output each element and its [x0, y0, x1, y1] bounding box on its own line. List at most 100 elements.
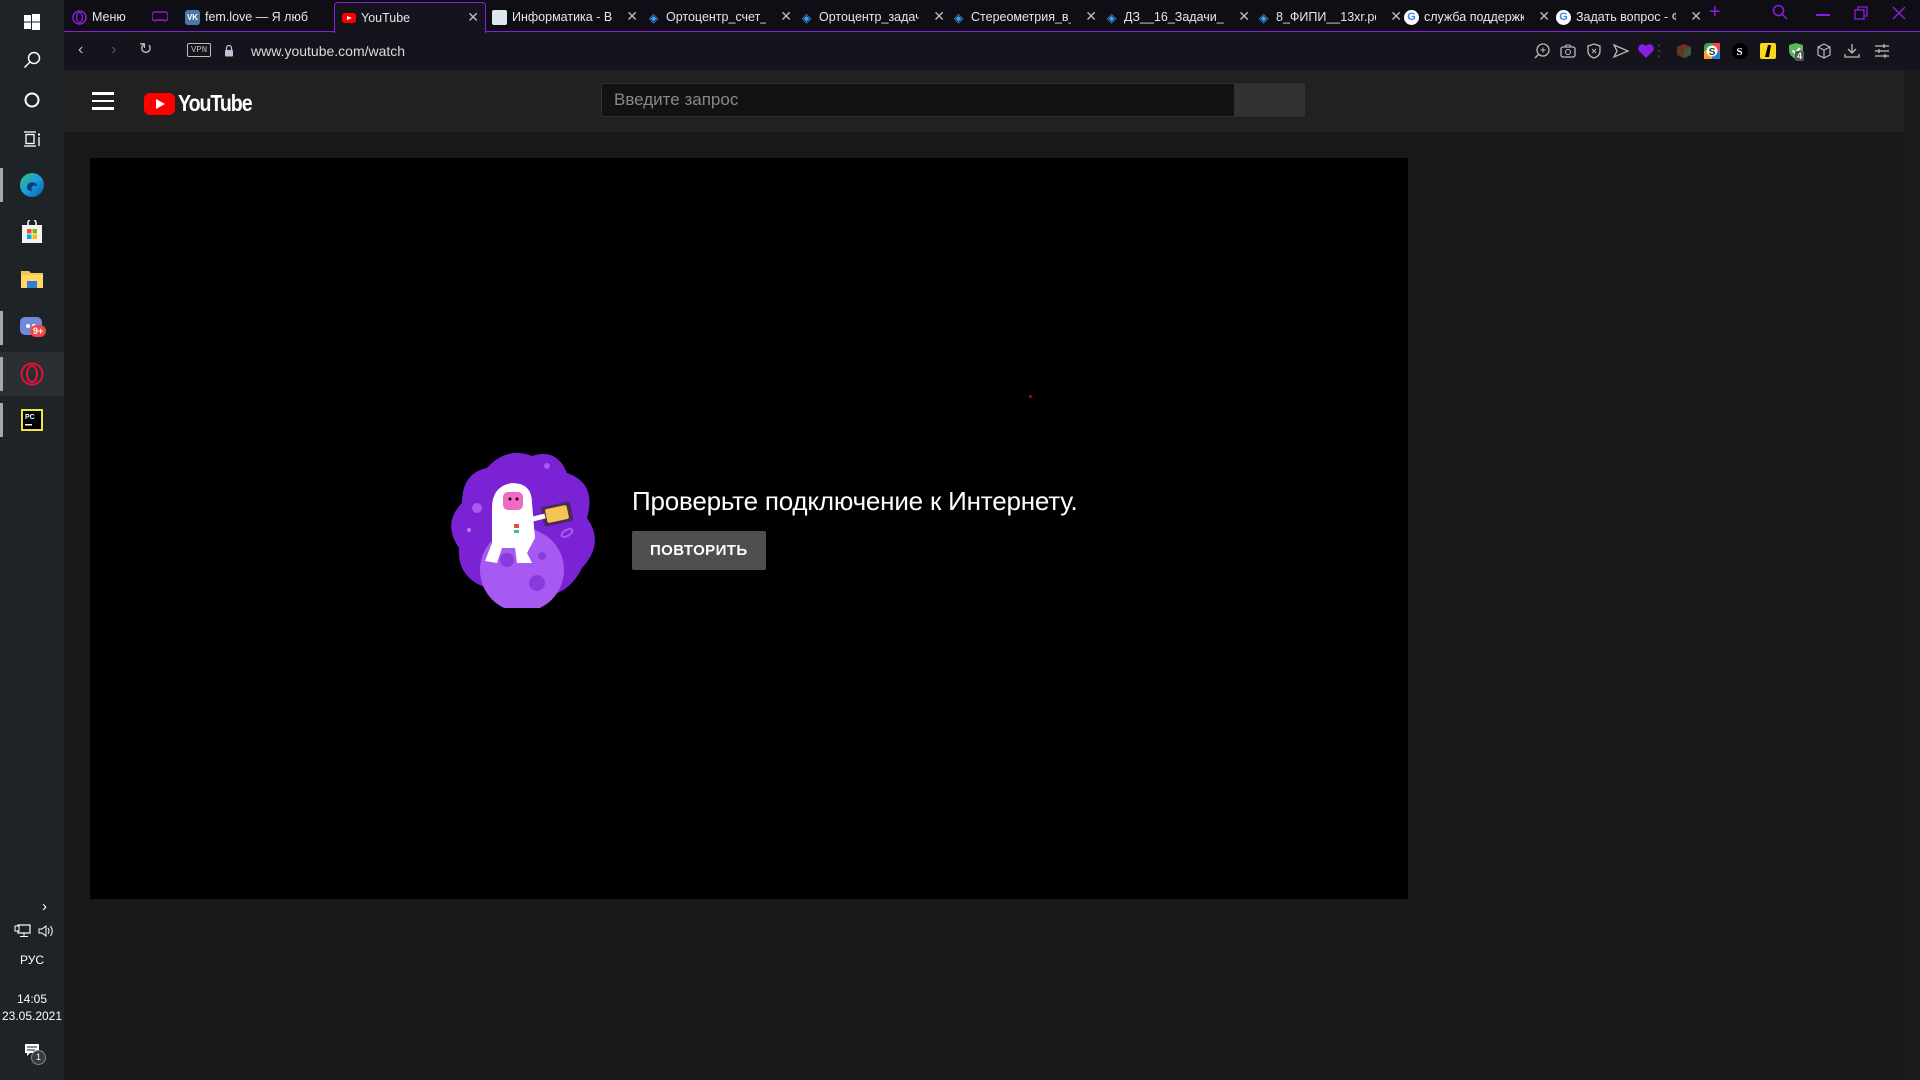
- opera-gx-icon: [20, 362, 44, 386]
- adblock-shield-icon[interactable]: [1584, 41, 1604, 61]
- action-center-button[interactable]: 1: [0, 1043, 64, 1067]
- snapshot-camera-icon[interactable]: [1558, 41, 1578, 61]
- gx-corner-button[interactable]: [152, 2, 168, 32]
- tab-item[interactable]: G Задать вопрос - Ф ✕: [1556, 2, 1708, 32]
- zoom-icon[interactable]: [1532, 41, 1552, 61]
- restore-button[interactable]: [1854, 4, 1868, 25]
- taskbar-app-pycharm[interactable]: PC: [0, 398, 64, 442]
- search-button[interactable]: [1235, 83, 1305, 117]
- tab-item[interactable]: ◈ Стереометрия_в_ ✕: [951, 2, 1103, 32]
- youtube-logo[interactable]: YouTube: [144, 90, 265, 117]
- clock[interactable]: 14:05 23.05.2021: [0, 992, 64, 1023]
- easy-setup-icon[interactable]: [1872, 41, 1892, 61]
- extensions-cube-icon[interactable]: [1814, 41, 1834, 61]
- network-icon[interactable]: [14, 924, 31, 938]
- extension-adguard-button[interactable]: 4: [1786, 41, 1806, 61]
- windows-taskbar: 9+ PC › РУС 14:05 23.05.2021 1: [0, 0, 64, 1080]
- hamburger-icon: [92, 92, 114, 95]
- search-icon: [23, 51, 41, 69]
- back-button[interactable]: ‹: [78, 41, 83, 59]
- lock-icon[interactable]: [224, 44, 234, 57]
- page-scrollbar[interactable]: [1904, 70, 1920, 1080]
- search-icon: [1772, 4, 1788, 20]
- url-field[interactable]: www.youtube.com/watch: [251, 43, 405, 59]
- taskbar-app-file-explorer[interactable]: [0, 257, 64, 301]
- edge-icon: [20, 173, 44, 197]
- gamepad-icon: [152, 11, 168, 22]
- plus-icon: +: [1709, 1, 1721, 23]
- google-icon: G: [1556, 9, 1571, 25]
- search-input[interactable]: Введите запрос: [601, 83, 1235, 117]
- tab-strip: Меню VK fem.love — Я люб ✕ YouTube ✕ Инф…: [64, 0, 1920, 33]
- discord-badge: 9+: [30, 325, 47, 337]
- youtube-masthead: YouTube Введите запрос: [64, 70, 1904, 132]
- link-icon: ◈: [801, 10, 812, 25]
- close-window-button[interactable]: [1892, 4, 1906, 25]
- pycharm-icon: PC: [21, 409, 43, 431]
- new-tab-button[interactable]: +: [1709, 1, 1721, 24]
- running-indicator: [0, 311, 3, 345]
- tab-item[interactable]: Информатика - Ви ✕: [492, 2, 644, 32]
- extension-l-yellow-icon[interactable]: [1758, 41, 1778, 61]
- google-icon: G: [1404, 9, 1419, 25]
- tab-close-button[interactable]: ✕: [1690, 9, 1702, 23]
- vpn-badge[interactable]: VPN: [187, 43, 212, 57]
- tab-item-active[interactable]: YouTube ✕: [334, 2, 486, 33]
- taskbar-app-edge[interactable]: [0, 163, 64, 207]
- tab-item[interactable]: ◈ 8_ФИПИ__13xr.pdf ✕: [1256, 2, 1408, 32]
- microsoft-store-icon: [22, 220, 42, 243]
- vk-icon: VK: [185, 9, 200, 25]
- tab-search-button[interactable]: [1772, 4, 1788, 25]
- running-indicator: [0, 403, 3, 437]
- send-icon[interactable]: [1611, 41, 1631, 61]
- offline-error: Проверьте подключение к Интернету. ПОВТО…: [447, 448, 1078, 608]
- cortana-button[interactable]: [0, 78, 64, 122]
- tab-close-button[interactable]: ✕: [780, 9, 792, 23]
- taskbar-app-store[interactable]: [0, 210, 64, 254]
- task-view-icon: [24, 131, 40, 147]
- task-view-button[interactable]: [0, 117, 64, 161]
- tab-close-button[interactable]: ✕: [1238, 9, 1250, 23]
- tab-close-button[interactable]: ✕: [626, 9, 638, 23]
- volume-icon[interactable]: [38, 924, 55, 938]
- minimize-button[interactable]: [1816, 14, 1830, 16]
- retry-button[interactable]: ПОВТОРИТЬ: [632, 531, 766, 570]
- chevron-left-icon: ‹: [78, 41, 84, 58]
- taskbar-app-opera-gx[interactable]: [0, 352, 64, 396]
- svg-text:S: S: [1709, 47, 1716, 58]
- guide-menu-button[interactable]: [92, 92, 114, 110]
- link-icon: ◈: [1258, 10, 1269, 25]
- tab-close-button[interactable]: ✕: [1085, 9, 1097, 23]
- youtube-play-icon: [144, 92, 175, 115]
- extension-badge: 4: [1795, 51, 1805, 61]
- taskbar-search-button[interactable]: [0, 38, 64, 82]
- tab-close-button[interactable]: ✕: [467, 10, 479, 24]
- svg-text:PC: PC: [25, 414, 35, 421]
- language-indicator[interactable]: РУС: [0, 953, 64, 967]
- video-player[interactable]: Проверьте подключение к Интернету. ПОВТО…: [90, 158, 1408, 899]
- tab-item[interactable]: ◈ ДЗ__16_Задачи_из ✕: [1104, 2, 1256, 32]
- doc-icon: [492, 9, 507, 25]
- opera-menu-button[interactable]: Меню: [72, 2, 126, 32]
- tab-close-button[interactable]: ✕: [933, 9, 945, 23]
- tab-item[interactable]: ◈ Ортоцентр_счет_ ✕: [646, 2, 798, 32]
- running-indicator: [0, 168, 3, 202]
- tab-item[interactable]: ◈ Ортоцентр_задач ✕: [799, 2, 951, 32]
- forward-button[interactable]: ›: [111, 41, 116, 59]
- restore-icon: [1854, 6, 1868, 20]
- notifications-count: 1: [31, 1050, 46, 1065]
- tray-icons: [0, 924, 64, 940]
- extension-cube-icon[interactable]: [1674, 41, 1694, 61]
- download-icon[interactable]: [1842, 41, 1862, 61]
- extension-s-colorful-icon[interactable]: S: [1702, 41, 1722, 61]
- tab-close-button[interactable]: ✕: [1538, 9, 1550, 23]
- tab-close-button[interactable]: ✕: [1390, 9, 1402, 23]
- reload-button[interactable]: ↻: [139, 39, 152, 59]
- extension-s-black-icon[interactable]: S: [1730, 41, 1750, 61]
- taskbar-app-discord[interactable]: 9+: [0, 306, 64, 350]
- tab-item[interactable]: G служба поддержк ✕: [1404, 2, 1556, 32]
- toolbar-separator: ⋮: [1651, 43, 1667, 60]
- menu-label: Меню: [92, 10, 126, 24]
- link-icon: ◈: [953, 10, 964, 25]
- file-explorer-icon: [21, 271, 43, 288]
